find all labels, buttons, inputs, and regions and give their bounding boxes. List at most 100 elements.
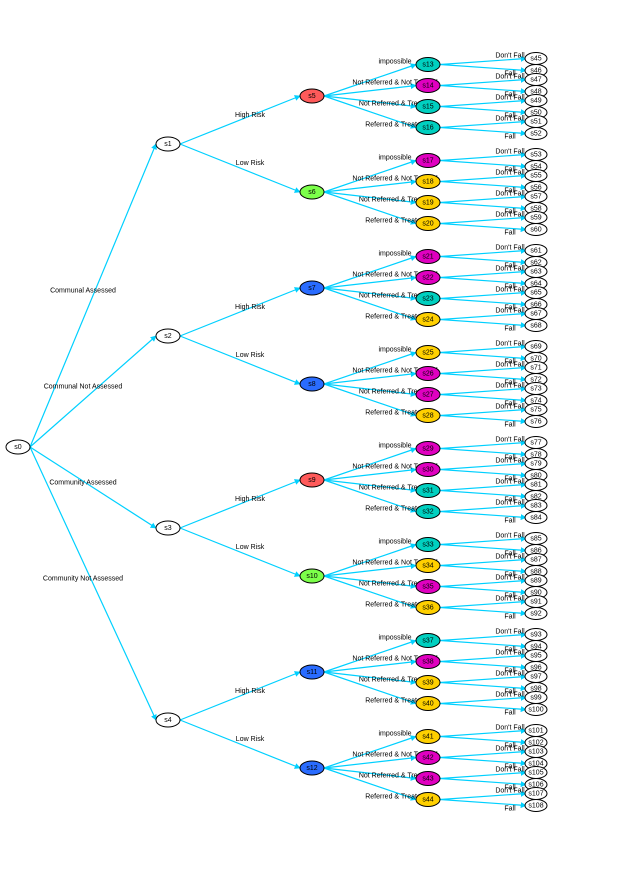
svg-text:s52: s52 (530, 130, 541, 137)
node-s97: s97 (525, 671, 547, 683)
svg-text:Don't Fall: Don't Fall (495, 692, 525, 699)
svg-text:s28: s28 (422, 412, 433, 419)
svg-text:s43: s43 (422, 775, 433, 782)
svg-text:s24: s24 (422, 316, 433, 323)
node-s93: s93 (525, 629, 547, 641)
svg-text:impossible: impossible (378, 251, 411, 258)
svg-text:Don't Fall: Don't Fall (495, 458, 525, 465)
svg-text:Don't Fall: Don't Fall (495, 308, 525, 315)
svg-text:Low Risk: Low Risk (236, 160, 265, 167)
node-s26: s26 (416, 367, 440, 381)
node-s38: s38 (416, 655, 440, 669)
svg-text:s27: s27 (422, 391, 433, 398)
node-s3: s3 (156, 521, 180, 535)
svg-text:s19: s19 (422, 199, 433, 206)
svg-text:impossible: impossible (378, 347, 411, 354)
svg-text:Don't Fall: Don't Fall (495, 212, 525, 219)
svg-text:s55: s55 (530, 172, 541, 179)
node-s84: s84 (525, 512, 547, 524)
svg-text:s16: s16 (422, 124, 433, 131)
svg-text:s47: s47 (530, 76, 541, 83)
svg-text:High Risk: High Risk (235, 112, 265, 119)
svg-text:s105: s105 (528, 769, 543, 776)
node-s107: s107 (525, 788, 547, 800)
svg-text:s32: s32 (422, 508, 433, 515)
svg-text:s35: s35 (422, 583, 433, 590)
node-s83: s83 (525, 500, 547, 512)
svg-text:Fall: Fall (504, 806, 516, 813)
node-s85: s85 (525, 533, 547, 545)
svg-text:Don't Fall: Don't Fall (495, 95, 525, 102)
node-s21: s21 (416, 250, 440, 264)
svg-text:s21: s21 (422, 253, 433, 260)
svg-text:s61: s61 (530, 247, 541, 254)
svg-text:s85: s85 (530, 535, 541, 542)
svg-text:High Risk: High Risk (235, 688, 265, 695)
node-s68: s68 (525, 320, 547, 332)
svg-text:s20: s20 (422, 220, 433, 227)
node-s75: s75 (525, 404, 547, 416)
svg-text:Don't Fall: Don't Fall (495, 170, 525, 177)
node-s15: s15 (416, 100, 440, 114)
svg-text:s71: s71 (530, 364, 541, 371)
svg-text:s45: s45 (530, 55, 541, 62)
svg-text:s59: s59 (530, 214, 541, 221)
svg-text:Don't Fall: Don't Fall (495, 629, 525, 636)
svg-text:Don't Fall: Don't Fall (495, 116, 525, 123)
svg-text:s41: s41 (422, 733, 433, 740)
svg-text:s81: s81 (530, 481, 541, 488)
svg-text:Fall: Fall (504, 422, 516, 429)
node-s51: s51 (525, 116, 547, 128)
node-s60: s60 (525, 224, 547, 236)
node-s14: s14 (416, 79, 440, 93)
node-s44: s44 (416, 793, 440, 807)
svg-text:s29: s29 (422, 445, 433, 452)
svg-text:s63: s63 (530, 268, 541, 275)
svg-text:s33: s33 (422, 541, 433, 548)
svg-text:s84: s84 (530, 514, 541, 521)
node-s100: s100 (525, 704, 547, 716)
node-s36: s36 (416, 601, 440, 615)
node-s27: s27 (416, 388, 440, 402)
node-s95: s95 (525, 650, 547, 662)
svg-text:s3: s3 (164, 525, 172, 532)
svg-text:Fall: Fall (504, 134, 516, 141)
node-s65: s65 (525, 287, 547, 299)
node-s18: s18 (416, 175, 440, 189)
svg-text:s11: s11 (307, 669, 318, 676)
node-s76: s76 (525, 416, 547, 428)
svg-text:s87: s87 (530, 556, 541, 563)
svg-text:Low Risk: Low Risk (236, 544, 265, 551)
svg-text:Low Risk: Low Risk (236, 352, 265, 359)
svg-text:High Risk: High Risk (235, 496, 265, 503)
node-s31: s31 (416, 484, 440, 498)
node-s25: s25 (416, 346, 440, 360)
svg-text:s23: s23 (422, 295, 433, 302)
svg-text:Fall: Fall (504, 326, 516, 333)
svg-text:Don't Fall: Don't Fall (495, 767, 525, 774)
node-s35: s35 (416, 580, 440, 594)
node-s77: s77 (525, 437, 547, 449)
svg-text:Don't Fall: Don't Fall (495, 437, 525, 444)
svg-text:impossible: impossible (378, 539, 411, 546)
node-s59: s59 (525, 212, 547, 224)
svg-text:Fall: Fall (504, 614, 516, 621)
svg-text:Don't Fall: Don't Fall (495, 383, 525, 390)
svg-text:s42: s42 (422, 754, 433, 761)
svg-text:s4: s4 (164, 717, 172, 724)
svg-text:s75: s75 (530, 406, 541, 413)
node-s24: s24 (416, 313, 440, 327)
node-s30: s30 (416, 463, 440, 477)
node-s92: s92 (525, 608, 547, 620)
node-s40: s40 (416, 697, 440, 711)
svg-text:Don't Fall: Don't Fall (495, 596, 525, 603)
svg-text:Low Risk: Low Risk (236, 736, 265, 743)
svg-text:s0: s0 (14, 444, 22, 451)
svg-text:s97: s97 (530, 673, 541, 680)
svg-text:s95: s95 (530, 652, 541, 659)
node-s55: s55 (525, 170, 547, 182)
node-s103: s103 (525, 746, 547, 758)
svg-text:s103: s103 (528, 748, 543, 755)
node-s37: s37 (416, 634, 440, 648)
svg-text:Don't Fall: Don't Fall (495, 53, 525, 60)
